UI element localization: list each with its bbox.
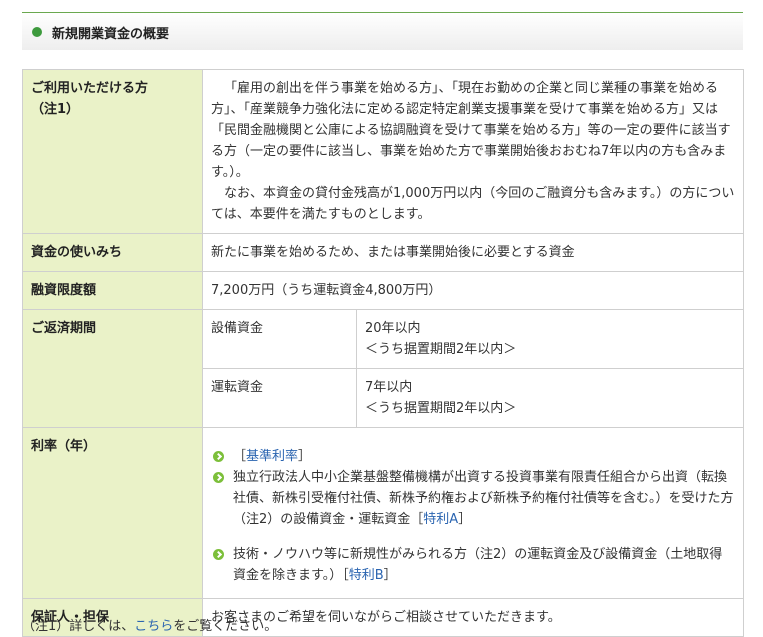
label-usage: 資金の使いみち xyxy=(22,233,203,272)
arrow-bullet-icon xyxy=(213,549,224,560)
repayment-equipment-label: 設備資金 xyxy=(202,309,357,369)
green-dot-icon xyxy=(32,27,42,37)
repayment-operating-label: 運転資金 xyxy=(202,368,357,428)
label-repayment: ご返済期間 xyxy=(22,309,203,428)
arrow-bullet-icon xyxy=(213,472,224,483)
link-base-rate[interactable]: 基準利率 xyxy=(246,449,298,464)
rate-item-special-b: 技術・ノウハウ等に新規性がみられる方（注2）の運転資金及び設備資金（土地取得資金… xyxy=(211,544,735,586)
loan-summary-table: ご利用いただける方 （注1） 「雇用の創出を伴う事業を始める方」、「現在お勤めの… xyxy=(22,69,744,637)
rate-item-special-a: 独立行政法人中小企業基盤整備機構が出資する投資事業有限責任組合から出資（転換社債… xyxy=(211,467,735,530)
eligible-paragraph-1: 「雇用の創出を伴う事業を始める方」、「現在お勤めの企業と同じ業種の事業を始める方… xyxy=(211,81,731,180)
repayment-operating-term: 7年以内 ＜うち据置期間2年以内＞ xyxy=(356,368,744,428)
row-rate: 利率（年） ［基準利率］ 独立行政法人中小企業基盤整備機構が出資する投資事業有限… xyxy=(22,427,744,599)
row-limit: 融資限度額 7,200万円（うち運転資金4,800万円） xyxy=(22,271,744,310)
value-guarantor: お客さまのご希望を伺いながらご相談させていただきます。 xyxy=(202,598,744,637)
value-usage: 新たに事業を始めるため、または事業開始後に必要とする資金 xyxy=(202,233,744,272)
footnote: （注1）詳しくは、こちらをご覧ください。 xyxy=(22,619,278,634)
link-special-rate-b[interactable]: 特利B xyxy=(349,568,384,583)
eligible-paragraph-2: なお、本資金の貸付金残高が1,000万円以内（今回のご融資分も含みます。）の方に… xyxy=(211,186,735,222)
link-special-rate-a[interactable]: 特利A xyxy=(423,512,458,527)
label-limit: 融資限度額 xyxy=(22,271,203,310)
arrow-bullet-icon xyxy=(213,451,224,462)
row-usage: 資金の使いみち 新たに事業を始めるため、または事業開始後に必要とする資金 xyxy=(22,233,744,272)
section-header: 新規開業資金の概要 xyxy=(22,12,743,50)
row-eligible: ご利用いただける方 （注1） 「雇用の創出を伴う事業を始める方」、「現在お勤めの… xyxy=(22,69,744,234)
value-rate: ［基準利率］ 独立行政法人中小企業基盤整備機構が出資する投資事業有限責任組合から… xyxy=(202,427,744,599)
rate-item-base: ［基準利率］ xyxy=(211,446,735,467)
row-repayment-equipment: ご返済期間 設備資金 20年以内 ＜うち据置期間2年以内＞ xyxy=(22,309,744,428)
section-title: 新規開業資金の概要 xyxy=(52,27,170,42)
label-rate: 利率（年） xyxy=(22,427,203,599)
rate-list: ［基準利率］ 独立行政法人中小企業基盤整備機構が出資する投資事業有限責任組合から… xyxy=(211,446,735,586)
value-limit: 7,200万円（うち運転資金4,800万円） xyxy=(202,271,744,310)
value-eligible: 「雇用の創出を伴う事業を始める方」、「現在お勤めの企業と同じ業種の事業を始める方… xyxy=(202,69,744,234)
repayment-equipment-term: 20年以内 ＜うち据置期間2年以内＞ xyxy=(356,309,744,369)
label-eligible: ご利用いただける方 （注1） xyxy=(22,69,203,234)
